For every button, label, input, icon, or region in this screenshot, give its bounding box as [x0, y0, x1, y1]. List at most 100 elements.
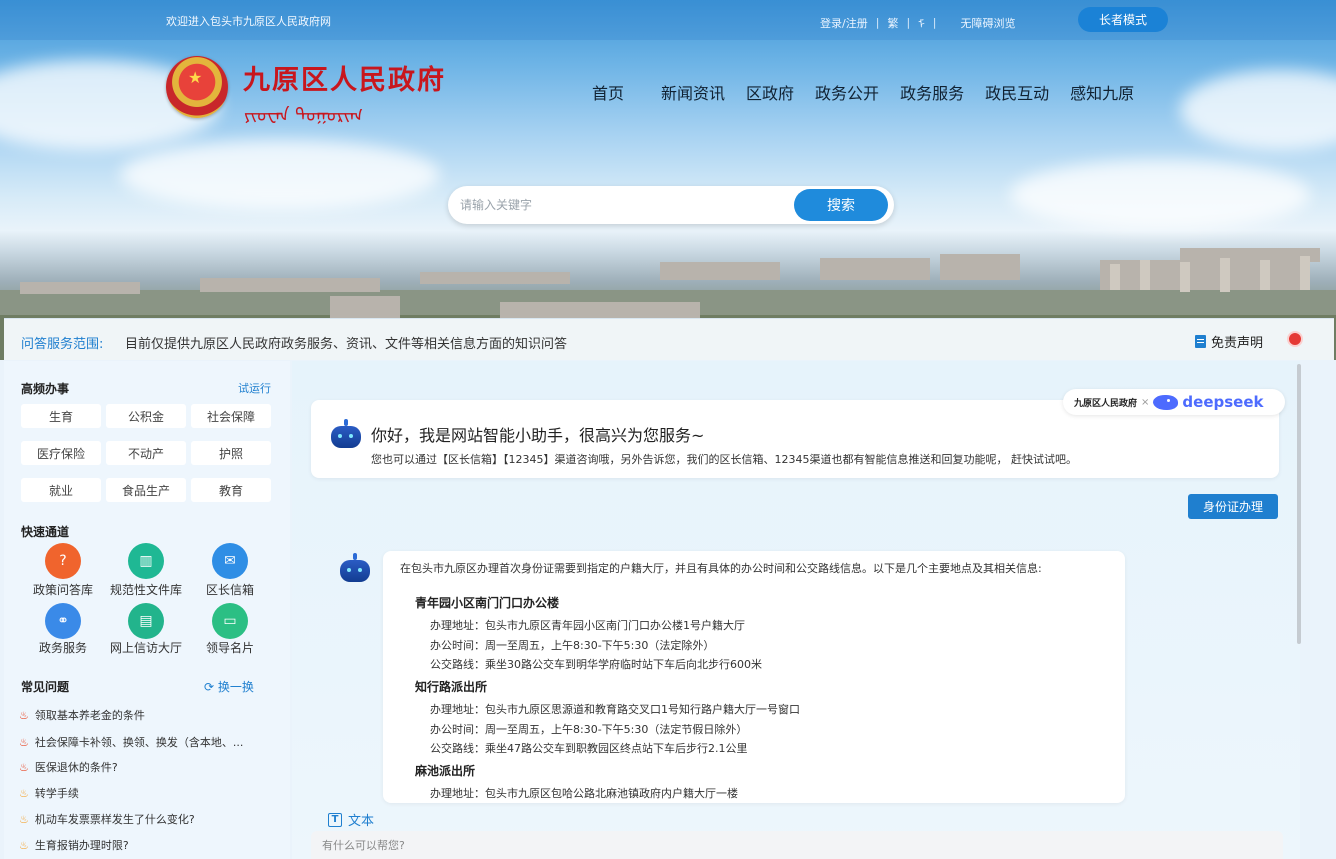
flame-icon: ♨ — [19, 708, 29, 722]
location-detail: 公交路线：乘坐30路公交车到明华学府临时站下车后向北步行600米 — [430, 658, 762, 671]
flame-icon: ♨ — [19, 812, 29, 826]
user-message-id-card[interactable]: 身份证办理 — [1188, 494, 1278, 519]
chip-social-security[interactable]: 社会保障 — [191, 404, 271, 428]
scope-text: 目前仅提供九原区人民政府政务服务、资讯、文件等相关信息方面的知识问答 — [125, 337, 568, 352]
quick-label[interactable]: 区长信箱 — [185, 581, 275, 598]
chip-employment[interactable]: 就业 — [21, 478, 101, 502]
login-register-link[interactable]: 登录/注册 — [820, 15, 868, 31]
brand-tag: 九原区人民政府 × deepseek — [1063, 389, 1285, 415]
nav-government-services[interactable]: 政务服务 — [900, 80, 964, 104]
quick-label[interactable]: 领导名片 — [185, 639, 275, 656]
flame-icon: ♨ — [19, 838, 29, 852]
greeting-text: 你好，我是网站智能小助手，很高兴为您服务~ — [371, 426, 705, 445]
elder-mode-button[interactable]: 长者模式 — [1078, 7, 1168, 32]
flame-icon: ♨ — [19, 786, 29, 800]
qa-scope-bar: 问答服务范围: 目前仅提供九原区人民政府政务服务、资讯、文件等相关信息方面的知识… — [4, 318, 1334, 360]
assistant-answer-card: 在包头市九原区办理首次身份证需要到指定的户籍大厅，并且有具体的办公时间和公交路线… — [383, 551, 1125, 803]
alert-icon[interactable] — [1287, 331, 1303, 347]
policy-qa-icon[interactable]: ? — [45, 543, 81, 579]
chip-medical-insurance[interactable]: 医疗保险 — [21, 441, 101, 465]
location-detail: 办公时间：周一至周五，上午8:30-下午5:30（法定除外） — [430, 639, 715, 652]
file-library-icon[interactable]: ▥ — [128, 543, 164, 579]
chip-education[interactable]: 教育 — [191, 478, 271, 502]
location-detail: 办公时间：周一至周五，上午8:30-下午5:30（法定节假日除外） — [430, 723, 748, 736]
chip-food-production[interactable]: 食品生产 — [106, 478, 186, 502]
quick-channel-title: 快速通道 — [21, 525, 70, 539]
search-button[interactable]: 搜索 — [794, 189, 888, 221]
nav-home[interactable]: 首页 — [592, 80, 624, 104]
flame-icon: ♨ — [19, 760, 29, 774]
disclaimer-label: 免责声明 — [1211, 336, 1264, 351]
top-links: 登录/注册 | 繁 | ᠮ | 无障碍浏览 — [820, 13, 1016, 32]
assistant-robot-icon — [331, 419, 361, 448]
traditional-chinese-link[interactable]: 繁 — [887, 15, 898, 31]
divider: | — [906, 16, 911, 29]
flame-icon: ♨ — [19, 735, 29, 749]
star-icon: ★ — [188, 68, 203, 87]
nav-district-government[interactable]: 区政府 — [746, 80, 794, 104]
main-nav: 首页 新闻资讯 区政府 政务公开 政务服务 政民互动 感知九原 — [592, 80, 1155, 104]
accessibility-link[interactable]: 无障碍浏览 — [961, 15, 1016, 31]
faq-item[interactable]: ♨ 转学手续 — [19, 785, 79, 801]
refresh-icon: ⟳ — [204, 680, 215, 694]
disclaimer-link[interactable]: 免责声明 — [1195, 332, 1263, 351]
cloud-decoration — [1180, 70, 1336, 150]
faq-title: 常见问题 — [21, 680, 70, 694]
chat-scrollbar[interactable] — [1297, 364, 1301, 644]
welcome-text: 欢迎进入包头市九原区人民政府网 — [166, 15, 331, 28]
nav-public-interaction[interactable]: 政民互动 — [985, 80, 1049, 104]
location-detail: 公交路线：乘坐47路公交车到职教园区终点站下车后步行2.1公里 — [430, 742, 748, 755]
chat-message-input[interactable] — [311, 831, 1283, 859]
left-sidebar: 高频办事 试运行 生育 公积金 社会保障 医疗保险 不动产 护照 就业 食品生产… — [4, 361, 290, 859]
location-title: 知行路派出所 — [415, 680, 488, 694]
chip-real-estate[interactable]: 不动产 — [106, 441, 186, 465]
brand-government-label: 九原区人民政府 — [1074, 398, 1138, 409]
faq-item[interactable]: ♨ 生育报销办理时限? — [19, 837, 129, 853]
text-mode-label: 文本 — [348, 814, 375, 829]
quick-label[interactable]: 政务服务 — [18, 639, 108, 656]
cloud-decoration — [120, 140, 440, 210]
scope-label: 问答服务范围: — [21, 337, 104, 352]
mailbox-icon[interactable]: ✉ — [212, 543, 248, 579]
search-box: 搜索 — [448, 186, 894, 224]
divider: | — [875, 16, 880, 29]
answer-intro: 在包头市九原区办理首次身份证需要到指定的户籍大厅，并且有具体的办公时间和公交路线… — [400, 562, 1042, 575]
leader-card-icon[interactable]: ▭ — [212, 603, 248, 639]
faq-item[interactable]: ♨ 医保退休的条件? — [19, 759, 118, 775]
nav-perceive-jiuyuan[interactable]: 感知九原 — [1070, 80, 1134, 104]
faq-item[interactable]: ♨ 机动车发票票样发生了什么变化? — [19, 811, 195, 827]
chip-childbirth[interactable]: 生育 — [21, 404, 101, 428]
location-detail: 办理地址：包头市九原区思源道和教育路交叉口1号知行路户籍大厅一号窗口 — [430, 703, 800, 716]
site-title-mongolian: ᠶᠢᠦᠸᠠᠨ ᠲᠣᠭᠣᠷᠢᠭ — [244, 105, 363, 126]
petition-icon[interactable]: ▤ — [128, 603, 164, 639]
location-title: 麻池派出所 — [415, 764, 476, 778]
high-frequency-title: 高频办事 — [21, 382, 70, 396]
chip-housing-fund[interactable]: 公积金 — [106, 404, 186, 428]
greeting-subtext: 您也可以通过【区长信箱】【12345】渠道咨询哦，另外告诉您，我们的区长信箱、1… — [371, 453, 1077, 466]
refresh-button[interactable]: ⟳ 换一换 — [204, 678, 254, 695]
mongolian-language-link[interactable]: ᠮ — [918, 13, 925, 32]
chip-passport[interactable]: 护照 — [191, 441, 271, 465]
text-mode-icon: T — [328, 812, 342, 827]
national-emblem-logo[interactable]: ★ — [166, 56, 228, 118]
location-title: 青年园小区南门门口办公楼 — [415, 596, 560, 610]
brand-separator: × — [1141, 396, 1150, 408]
quick-label[interactable]: 政策问答库 — [18, 581, 108, 598]
divider: | — [932, 16, 937, 29]
quick-label[interactable]: 规范性文件库 — [101, 581, 191, 598]
search-input[interactable] — [460, 194, 780, 216]
document-icon — [1195, 335, 1206, 348]
location-detail: 办理地址：包头市九原区青年园小区南门门口办公楼1号户籍大厅 — [430, 619, 745, 632]
location-detail: 办理地址：包头市九原区包哈公路北麻池镇政府内户籍大厅一楼 — [430, 787, 738, 800]
text-mode-toggle[interactable]: T 文本 — [328, 810, 374, 829]
site-title[interactable]: 九原区人民政府 — [243, 58, 446, 97]
header-banner: 欢迎进入包头市九原区人民政府网 登录/注册 | 繁 | ᠮ | 无障碍浏览 长者… — [0, 0, 1336, 360]
faq-item[interactable]: ♨ 社会保障卡补领、换领、换发（含本地、... — [19, 734, 243, 750]
nav-news[interactable]: 新闻资讯 — [661, 80, 725, 104]
deepseek-label: deepseek — [1182, 393, 1264, 411]
nav-government-affairs-disclosure[interactable]: 政务公开 — [815, 80, 879, 104]
handshake-icon[interactable]: ⚭ — [45, 603, 81, 639]
faq-item[interactable]: ♨ 领取基本养老金的条件 — [19, 707, 145, 723]
assistant-robot-icon — [340, 553, 370, 582]
quick-label[interactable]: 网上信访大厅 — [101, 639, 191, 656]
